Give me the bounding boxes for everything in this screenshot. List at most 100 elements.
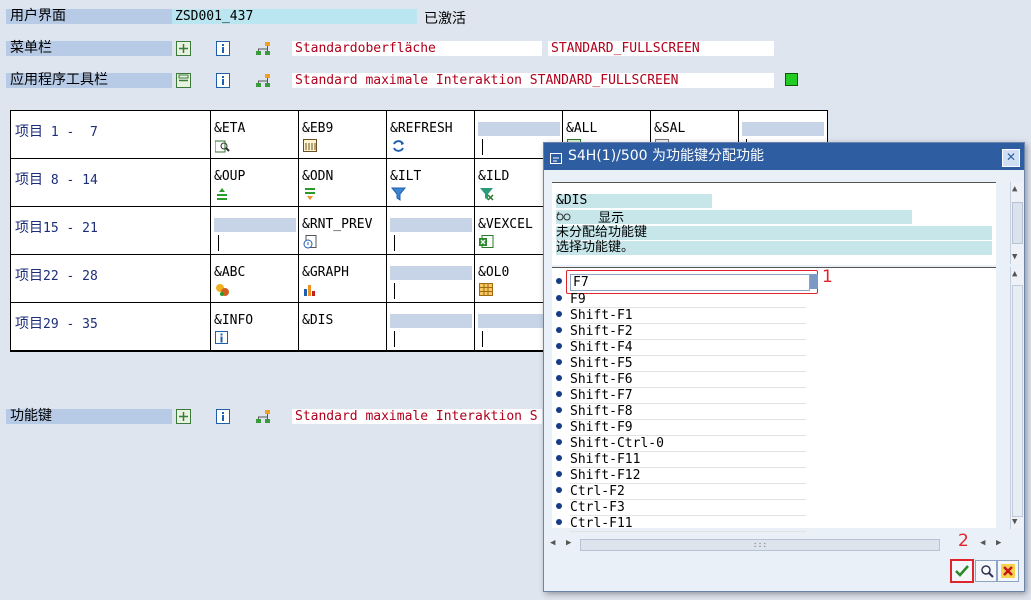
- function-key-item[interactable]: Shift-F1: [556, 308, 806, 324]
- function-key-label[interactable]: Shift-F8: [570, 404, 806, 420]
- function-key-label[interactable]: Shift-F4: [570, 340, 806, 356]
- grid-cell[interactable]: [387, 303, 475, 351]
- info-icon[interactable]: [215, 72, 231, 88]
- grid-cell[interactable]: &GRAPH: [299, 255, 387, 303]
- function-code-field[interactable]: &RNT_PREV: [302, 218, 384, 232]
- function-key-list: F7 F9 Shift-F1 Shift-F2 Shift-F4 Shift-F5 Shi…: [552, 267, 996, 532]
- grid-cell[interactable]: &ILT: [387, 159, 475, 207]
- hierarchy-icon[interactable]: [255, 72, 271, 88]
- function-key-label[interactable]: Shift-F9: [570, 420, 806, 436]
- function-key-item[interactable]: Shift-F5: [556, 356, 806, 372]
- grid-cell[interactable]: &EB9: [299, 111, 387, 159]
- dropdown-handle[interactable]: [810, 274, 818, 289]
- scroll-right-icon-2[interactable]: ▶: [996, 538, 1001, 548]
- ui-value-field[interactable]: ZSD001_437: [172, 9, 417, 24]
- info-icon[interactable]: [215, 40, 231, 56]
- function-key-item[interactable]: Shift-F12: [556, 468, 806, 484]
- function-key-label[interactable]: Shift-F5: [570, 356, 806, 372]
- function-code-field[interactable]: &ABC: [214, 266, 296, 280]
- function-key-label[interactable]: Shift-F1: [570, 308, 806, 324]
- function-key-item[interactable]: Ctrl-F2: [556, 484, 806, 500]
- scroll-down-icon[interactable]: ▼: [1012, 252, 1017, 262]
- scroll-left-icon-2[interactable]: ◀: [980, 538, 985, 548]
- scroll-down-icon[interactable]: ▼: [1012, 517, 1017, 527]
- grid-cell[interactable]: &DIS: [299, 303, 387, 351]
- cancel-button[interactable]: [997, 560, 1019, 582]
- function-code-field[interactable]: &ODN: [302, 170, 384, 184]
- horizontal-scrollbar[interactable]: ◀ ▶ ::: ◀ ▶: [548, 537, 1018, 553]
- scroll-thumb[interactable]: [1012, 285, 1023, 517]
- function-key-label[interactable]: Shift-F2: [570, 324, 806, 340]
- function-code-field[interactable]: &EB9: [302, 122, 384, 136]
- function-key-item[interactable]: Shift-F6: [556, 372, 806, 388]
- grid-cell[interactable]: &REFRESH: [387, 111, 475, 159]
- function-key-label[interactable]: Shift-F6: [570, 372, 806, 388]
- function-key-label[interactable]: F9: [570, 292, 806, 308]
- hierarchy-icon[interactable]: [255, 408, 271, 424]
- grid-cell[interactable]: &RNT_PREV: [299, 207, 387, 255]
- function-key-item[interactable]: Ctrl-F3: [556, 500, 806, 516]
- function-code-field[interactable]: [390, 314, 472, 328]
- function-code-field[interactable]: [214, 218, 296, 232]
- grid-cell[interactable]: &ABC: [211, 255, 299, 303]
- hscroll-thumb[interactable]: :::: [580, 539, 940, 551]
- function-code-field[interactable]: &REFRESH: [390, 122, 472, 136]
- function-code-field[interactable]: &SAL: [654, 122, 736, 136]
- expand-icon[interactable]: [175, 40, 191, 56]
- scroll-thumb[interactable]: [1012, 202, 1023, 244]
- grid-cell[interactable]: [387, 255, 475, 303]
- scroll-up-icon[interactable]: ▲: [1012, 184, 1017, 194]
- grid-row-label: 项目15 - 21: [11, 207, 211, 255]
- expand-icon[interactable]: [175, 408, 191, 424]
- function-key-item[interactable]: Ctrl-F11: [556, 516, 806, 532]
- close-icon[interactable]: ✕: [1002, 149, 1020, 167]
- info-icon[interactable]: [215, 408, 231, 424]
- function-code-field[interactable]: [390, 218, 472, 232]
- function-code-field[interactable]: [742, 122, 824, 136]
- function-code-field[interactable]: [478, 122, 560, 136]
- function-code-field[interactable]: &ETA: [214, 122, 296, 136]
- function-key-label[interactable]: Shift-F12: [570, 468, 806, 484]
- function-code-field[interactable]: &ALL: [566, 122, 648, 136]
- collapse-icon[interactable]: [175, 72, 191, 88]
- function-key-item[interactable]: Shift-F4: [556, 340, 806, 356]
- selected-key-item[interactable]: F7: [556, 274, 810, 291]
- function-code-field[interactable]: &INFO: [214, 314, 296, 328]
- function-code-field[interactable]: &DIS: [302, 314, 384, 328]
- grid-row-label: 项目22 - 28: [11, 255, 211, 303]
- scroll-left-icon[interactable]: ◀: [550, 538, 555, 548]
- grid-row-label: 项目 8 - 14: [11, 159, 211, 207]
- selected-key-value[interactable]: F7: [570, 274, 810, 291]
- function-key-label[interactable]: Ctrl-F3: [570, 500, 806, 516]
- function-key-label[interactable]: Shift-F7: [570, 388, 806, 404]
- grid-cell[interactable]: &OUP: [211, 159, 299, 207]
- function-key-item[interactable]: Shift-F8: [556, 404, 806, 420]
- search-button[interactable]: [975, 560, 997, 582]
- function-key-item[interactable]: Shift-F2: [556, 324, 806, 340]
- scroll-up-icon[interactable]: ▲: [1012, 269, 1017, 279]
- grid-cell[interactable]: [387, 207, 475, 255]
- function-code-field[interactable]: &OUP: [214, 170, 296, 184]
- display-glasses-icon: [556, 210, 572, 226]
- function-code-field[interactable]: [390, 266, 472, 280]
- function-key-item[interactable]: F9: [556, 292, 806, 308]
- hierarchy-icon[interactable]: [255, 40, 271, 56]
- grid-cell[interactable]: &ETA: [211, 111, 299, 159]
- function-key-label[interactable]: Shift-F11: [570, 452, 806, 468]
- function-key-item[interactable]: Shift-Ctrl-0: [556, 436, 806, 452]
- info-scrollbar[interactable]: ▲ ▼: [1010, 182, 1023, 264]
- function-key-item[interactable]: Shift-F9: [556, 420, 806, 436]
- function-code-field[interactable]: &ILT: [390, 170, 472, 184]
- function-key-label[interactable]: Ctrl-F2: [570, 484, 806, 500]
- function-key-item[interactable]: Shift-F11: [556, 452, 806, 468]
- grid-cell[interactable]: &ODN: [299, 159, 387, 207]
- scroll-right-icon[interactable]: ▶: [566, 538, 571, 548]
- function-key-label[interactable]: Ctrl-F11: [570, 516, 806, 532]
- function-key-item[interactable]: Shift-F7: [556, 388, 806, 404]
- confirm-button[interactable]: [950, 559, 974, 583]
- list-scrollbar[interactable]: ▲ ▼: [1010, 267, 1023, 529]
- grid-cell[interactable]: [211, 207, 299, 255]
- function-key-label[interactable]: Shift-Ctrl-0: [570, 436, 806, 452]
- function-code-field[interactable]: &GRAPH: [302, 266, 384, 280]
- grid-cell[interactable]: &INFO: [211, 303, 299, 351]
